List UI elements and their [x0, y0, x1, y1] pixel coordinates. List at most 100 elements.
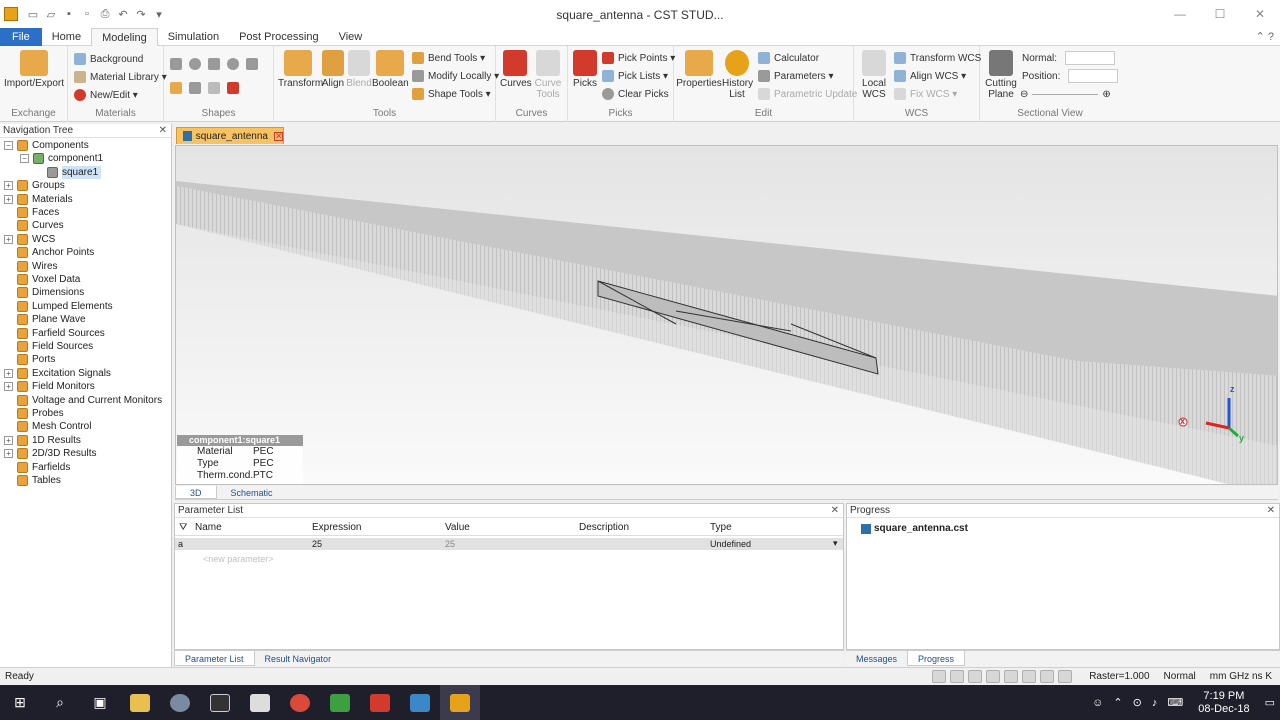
position-slider[interactable]: ⊖ ⊕ — [1020, 86, 1111, 102]
extrude-icon[interactable] — [170, 82, 182, 94]
app-icon[interactable] — [4, 7, 18, 21]
tab-modeling[interactable]: Modeling — [91, 28, 158, 46]
tree-item-materials[interactable]: + Materials — [4, 193, 73, 206]
shape-tools-button[interactable]: Shape Tools ▾ — [412, 86, 491, 102]
tree-item-mesh-control[interactable]: Mesh Control — [4, 420, 91, 433]
tab-result-navigator[interactable]: Result Navigator — [255, 651, 342, 666]
column-description[interactable]: Description — [579, 522, 629, 533]
type-dropdown-icon[interactable]: ▾ — [833, 538, 838, 549]
tab-3d[interactable]: 3D — [175, 486, 217, 499]
properties-button[interactable]: Properties — [676, 50, 722, 89]
document-tab[interactable]: square_antenna ✕ — [176, 127, 284, 144]
taskbar-cst[interactable] — [440, 685, 480, 720]
rotate-view-icon[interactable] — [968, 670, 982, 683]
transform-wcs-button[interactable]: Transform WCS — [894, 50, 981, 66]
torus-icon[interactable] — [227, 58, 239, 70]
save-icon[interactable]: ▪ — [62, 7, 76, 21]
tree-item-groups[interactable]: + Groups — [4, 179, 65, 192]
search-button[interactable]: ⌕ — [40, 685, 80, 720]
expand-icon[interactable]: + — [4, 181, 13, 191]
cone-icon[interactable] — [208, 58, 220, 70]
brick-icon[interactable] — [170, 58, 182, 70]
local-wcs-button[interactable]: Local WCS — [856, 50, 892, 100]
expand-icon[interactable]: + — [4, 435, 13, 445]
tab-messages[interactable]: Messages — [846, 651, 907, 666]
tree-item-tables[interactable]: Tables — [4, 474, 61, 487]
raster-indicator[interactable]: Raster=1.000 — [1089, 671, 1149, 682]
taskbar-app-2[interactable] — [160, 685, 200, 720]
curves-button[interactable]: Curves — [500, 50, 532, 89]
tree-item-farfields[interactable]: Farfields — [4, 461, 70, 474]
mesh-view-icon[interactable] — [1040, 670, 1054, 683]
close-tab-icon[interactable]: ✕ — [274, 131, 283, 141]
tree-item-excitation-signals[interactable]: + Excitation Signals — [4, 367, 111, 380]
position-input[interactable] — [1068, 69, 1119, 83]
tree-item-anchor-points[interactable]: Anchor Points — [4, 246, 94, 259]
filter-icon[interactable]: ⛛ — [179, 522, 187, 533]
units-indicator[interactable]: mm GHz ns K — [1210, 671, 1272, 682]
rotate-icon[interactable] — [189, 82, 201, 94]
tree-item-components[interactable]: − Components — [4, 139, 89, 152]
tray-chevron-icon[interactable]: ⌃ — [1113, 696, 1122, 709]
fit-view-icon[interactable] — [1022, 670, 1036, 683]
loft-icon[interactable] — [208, 82, 220, 94]
collapse-icon[interactable]: − — [4, 141, 13, 150]
align-wcs-button[interactable]: Align WCS ▾ — [894, 68, 966, 84]
tree-item-curves[interactable]: Curves — [4, 219, 64, 232]
tree-item-square1[interactable]: square1 — [34, 165, 102, 179]
tab-file[interactable]: File — [0, 28, 42, 46]
new-edit-button[interactable]: New/Edit ▾ — [74, 87, 138, 103]
start-button[interactable]: ⊞ — [0, 685, 40, 720]
close-button[interactable]: ✕ — [1240, 0, 1280, 28]
expand-icon[interactable]: + — [4, 382, 13, 392]
open-icon[interactable]: ▱ — [44, 7, 58, 21]
tree-item-faces[interactable]: Faces — [4, 206, 59, 219]
bend-tools-button[interactable]: Bend Tools ▾ — [412, 50, 485, 66]
new-parameter-row[interactable]: <new parameter> — [203, 554, 274, 564]
sweep-icon[interactable] — [227, 82, 239, 94]
task-view-button[interactable]: ▣ — [80, 685, 120, 720]
new-icon[interactable]: ▭ — [26, 7, 40, 21]
curve-tools-button[interactable]: Curve Tools — [532, 50, 564, 100]
tree-item-1d-results[interactable]: +1D Results — [4, 434, 81, 447]
column-type[interactable]: Type — [710, 522, 732, 533]
minimize-button[interactable]: — — [1160, 0, 1200, 28]
fix-wcs-button[interactable]: Fix WCS ▾ — [894, 86, 957, 102]
tree-item-component1[interactable]: − component1 — [20, 152, 103, 165]
tab-view[interactable]: View — [329, 28, 373, 46]
tab-home[interactable]: Home — [42, 28, 91, 46]
taskbar-chrome[interactable] — [280, 685, 320, 720]
tab-post-processing[interactable]: Post Processing — [229, 28, 328, 46]
tree-item-wires[interactable]: Wires — [4, 260, 58, 273]
tree-item-probes[interactable]: Probes — [4, 407, 64, 420]
parametric-update-button[interactable]: Parametric Update — [758, 86, 857, 102]
import-export-button[interactable]: Import/Export — [4, 50, 64, 89]
boolean-button[interactable]: Boolean — [372, 50, 409, 89]
slider-minus-icon[interactable]: ⊖ — [1020, 89, 1028, 100]
undo-icon[interactable]: ↶ — [116, 7, 130, 21]
zoom-window-icon[interactable] — [986, 670, 1000, 683]
modify-locally-button[interactable]: Modify Locally ▾ — [412, 68, 499, 84]
expand-icon[interactable]: + — [4, 449, 13, 459]
tree-item-field-sources[interactable]: Field Sources — [4, 340, 93, 353]
taskbar-explorer[interactable] — [120, 685, 160, 720]
taskbar-app-9[interactable] — [360, 685, 400, 720]
collapse-ribbon-icon[interactable]: ⌃ — [1256, 31, 1265, 43]
history-list-button[interactable]: History List — [722, 50, 753, 100]
print-icon[interactable]: ⎙ — [98, 7, 112, 21]
help-icon[interactable]: ? — [1268, 31, 1274, 43]
mode-indicator[interactable]: Normal — [1164, 671, 1196, 682]
tree-item-farfield-sources[interactable]: Farfield Sources — [4, 327, 105, 340]
tree-item-plane-wave[interactable]: Plane Wave — [4, 313, 86, 326]
expand-icon[interactable]: + — [4, 234, 13, 244]
table-row[interactable]: a 25 25 Undefined ▾ — [175, 538, 843, 550]
tab-schematic[interactable]: Schematic — [217, 486, 287, 499]
taskbar-app-8[interactable] — [320, 685, 360, 720]
tree-item-wcs[interactable]: + WCS — [4, 233, 55, 246]
column-value[interactable]: Value — [445, 522, 470, 533]
cutting-plane-button[interactable]: Cutting Plane — [982, 50, 1020, 100]
taskbar-app-10[interactable] — [400, 685, 440, 720]
clear-picks-button[interactable]: Clear Picks — [602, 86, 669, 102]
tree-item-ports[interactable]: Ports — [4, 353, 55, 366]
pan-icon[interactable] — [950, 670, 964, 683]
